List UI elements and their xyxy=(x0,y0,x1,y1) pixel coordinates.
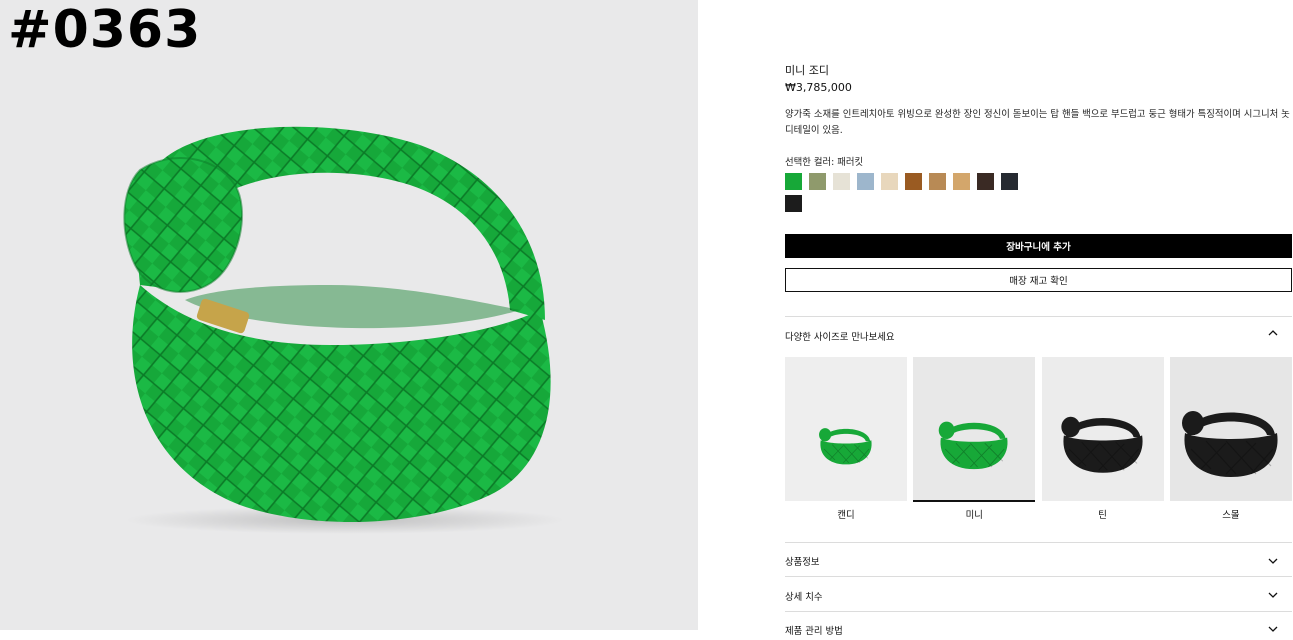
color-swatch-dark-brown[interactable] xyxy=(977,173,994,190)
check-store-stock-button[interactable]: 매장 재고 확인 xyxy=(785,268,1292,292)
selected-size-indicator xyxy=(913,500,1036,502)
bag-illustration xyxy=(123,126,565,534)
chevron-down-icon[interactable] xyxy=(1267,623,1279,635)
accordion-care[interactable]: 제품 관리 방법 xyxy=(785,623,843,637)
color-swatch-ivory[interactable] xyxy=(833,173,850,190)
size-option-label: 미니 xyxy=(965,510,983,521)
accordion-dimensions[interactable]: 상세 치수 xyxy=(785,589,822,603)
product-info-panel: 미니 조디 ₩3,785,000 양가죽 소재를 인트레치아토 위빙으로 완성한… xyxy=(784,0,1293,640)
color-swatch-olive[interactable] xyxy=(809,173,826,190)
color-swatch-light-blue[interactable] xyxy=(857,173,874,190)
size-options: 캔디 미니 틴 스몰 xyxy=(785,357,1293,522)
size-thumbnail xyxy=(1169,357,1292,501)
size-thumbnail xyxy=(1041,357,1164,501)
divider xyxy=(785,542,1292,543)
divider xyxy=(785,611,1292,612)
color-swatch-black[interactable] xyxy=(785,195,802,212)
selected-color-label: 선택한 컬러: 패러킷 xyxy=(785,157,864,168)
size-option-small[interactable]: 스몰 xyxy=(1169,357,1292,521)
product-description: 양가죽 소재를 인트레치아토 위빙으로 완성한 장인 정신이 돋보이는 탑 핸들… xyxy=(785,109,1290,136)
watermark-id: #0363 xyxy=(8,0,202,60)
product-title: 미니 조디 xyxy=(785,64,829,77)
size-thumbnail xyxy=(785,357,907,501)
size-thumbnail xyxy=(913,357,1036,501)
sizes-section-label[interactable]: 다양한 사이즈로 만나보세요 xyxy=(785,329,894,343)
size-option-teen[interactable]: 틴 xyxy=(1041,357,1164,521)
size-option-label: 스몰 xyxy=(1222,510,1240,521)
product-hero-image: #0363 xyxy=(0,0,698,630)
size-option-candy[interactable]: 캔디 xyxy=(785,357,907,521)
divider xyxy=(785,316,1292,317)
chevron-down-icon[interactable] xyxy=(1267,555,1279,567)
size-option-label: 틴 xyxy=(1098,510,1107,521)
color-swatch-tan[interactable] xyxy=(929,173,946,190)
color-swatch-parakeet[interactable] xyxy=(784,172,803,191)
product-price: ₩3,785,000 xyxy=(785,81,852,94)
color-swatch-brown[interactable] xyxy=(905,173,922,190)
add-to-cart-button[interactable]: 장바구니에 추가 xyxy=(785,234,1292,258)
color-swatch-camel[interactable] xyxy=(953,173,970,190)
color-swatch-cream[interactable] xyxy=(881,173,898,190)
color-swatch-navy-black[interactable] xyxy=(1001,173,1018,190)
size-option-label: 캔디 xyxy=(837,510,855,521)
size-option-mini[interactable]: 미니 xyxy=(913,357,1036,521)
divider xyxy=(785,576,1292,577)
accordion-product-info[interactable]: 상품정보 xyxy=(785,554,820,568)
chevron-up-icon[interactable] xyxy=(1267,327,1279,339)
chevron-down-icon[interactable] xyxy=(1267,589,1279,601)
